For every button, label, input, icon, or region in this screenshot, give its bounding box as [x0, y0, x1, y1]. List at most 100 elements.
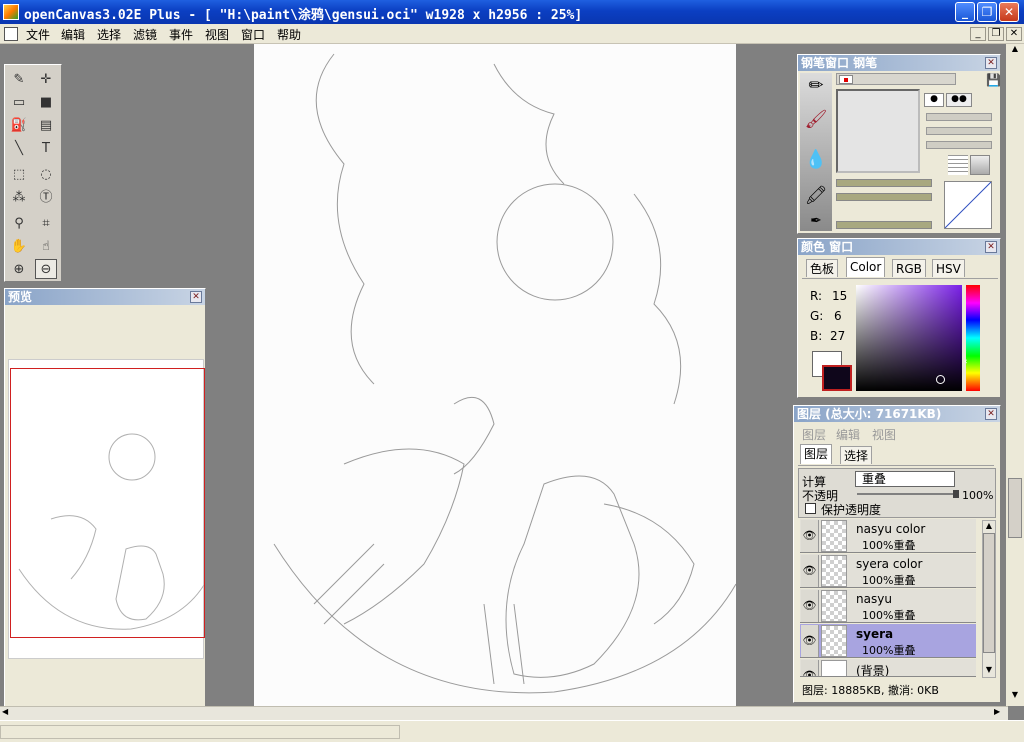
- minimize-button[interactable]: _: [955, 2, 975, 22]
- tab-palette[interactable]: 色板: [806, 259, 839, 277]
- layers-scroll-thumb[interactable]: [983, 533, 995, 653]
- eye-icon[interactable]: 👁: [801, 590, 819, 622]
- bucket-tool-icon[interactable]: ⛽: [8, 115, 30, 135]
- lasso-tool-icon[interactable]: ◌: [35, 164, 57, 184]
- opacity-slider[interactable]: [857, 490, 959, 498]
- pen-slider-3[interactable]: [926, 141, 992, 149]
- blend-mode-select[interactable]: 重叠: [855, 471, 955, 487]
- eye-icon[interactable]: 👁: [801, 520, 819, 552]
- close-button[interactable]: ✕: [999, 2, 1019, 22]
- move-tool-icon[interactable]: ✛: [35, 69, 57, 89]
- brush-shape-dots-icon[interactable]: ●●: [946, 93, 972, 107]
- hand-tool-icon[interactable]: ✋: [8, 236, 30, 256]
- gradient-tool-icon[interactable]: ▤: [35, 115, 57, 135]
- preview-close-icon[interactable]: ✕: [190, 291, 202, 303]
- brush-icon[interactable]: 🖌: [802, 109, 830, 137]
- preview-viewport-frame[interactable]: [10, 368, 205, 638]
- layers-menu-view[interactable]: 视图: [872, 426, 896, 443]
- hscroll-left-icon[interactable]: ◀: [2, 707, 14, 719]
- line-tool-icon[interactable]: ╲: [8, 138, 30, 158]
- wand-tool-icon[interactable]: ⁂: [8, 187, 30, 207]
- menu-select[interactable]: 选择: [97, 26, 121, 43]
- restore-button[interactable]: ❐: [977, 2, 997, 22]
- crop-tool-icon[interactable]: ⌗: [35, 213, 57, 233]
- zoom-out-tool-icon[interactable]: ⊖: [35, 259, 57, 279]
- pen-tool-icon[interactable]: ✎: [8, 69, 30, 89]
- brush-shape-round-icon[interactable]: ●: [924, 93, 944, 107]
- tab-layers[interactable]: 图层: [800, 444, 833, 464]
- vertical-scrollbar[interactable]: ▲ ▼: [1006, 44, 1024, 706]
- vscroll-up-icon[interactable]: ▲: [1007, 44, 1023, 58]
- menu-filter[interactable]: 滤镜: [133, 26, 157, 43]
- menu-window[interactable]: 窗口: [241, 26, 265, 43]
- mdi-restore-button[interactable]: ❐: [988, 27, 1004, 41]
- app-icon[interactable]: [3, 4, 19, 20]
- mdi-close-button[interactable]: ✕: [1006, 27, 1022, 41]
- texture-icon[interactable]: [948, 155, 968, 175]
- hue-slider[interactable]: ‹: [964, 285, 980, 391]
- save-icon[interactable]: 💾: [986, 73, 1001, 87]
- layers-scrollbar[interactable]: ▲ ▼: [982, 520, 996, 678]
- eye-icon[interactable]: 👁: [801, 660, 819, 676]
- saturation-value-picker[interactable]: [856, 285, 962, 391]
- scroll-up-icon[interactable]: ▲: [983, 521, 995, 533]
- color-picker-cursor[interactable]: [936, 375, 945, 384]
- tab-hsv[interactable]: HSV: [932, 259, 965, 277]
- pen-slider-2[interactable]: [926, 127, 992, 135]
- scroll-down-icon[interactable]: ▼: [983, 665, 995, 677]
- vscroll-thumb[interactable]: [1008, 478, 1022, 538]
- horizontal-scrollbar[interactable]: ◀ ▶: [0, 706, 1008, 720]
- layer-row-background[interactable]: 👁 (背景): [800, 659, 976, 677]
- tab-rgb[interactable]: RGB: [892, 259, 926, 277]
- eye-icon[interactable]: 👁: [801, 625, 819, 657]
- menu-edit[interactable]: 编辑: [61, 26, 85, 43]
- pen-window-close-icon[interactable]: ✕: [985, 57, 997, 69]
- protect-transparency-checkbox[interactable]: [805, 503, 816, 514]
- layers-menu-edit[interactable]: 编辑: [836, 426, 860, 443]
- airbrush-icon[interactable]: ✒: [802, 213, 830, 229]
- menu-event[interactable]: 事件: [169, 26, 193, 43]
- text-tool-icon[interactable]: T: [35, 138, 57, 158]
- menu-view[interactable]: 视图: [205, 26, 229, 43]
- tab-color[interactable]: Color: [846, 257, 886, 277]
- zoom-in-tool-icon[interactable]: ⊕: [8, 259, 30, 279]
- water-brush-icon[interactable]: 💧: [802, 149, 830, 177]
- layers-menu-layer[interactable]: 图层: [802, 426, 826, 443]
- pen-size-slider[interactable]: [836, 179, 932, 187]
- mdi-minimize-button[interactable]: _: [970, 27, 986, 41]
- marker-brush-icon[interactable]: 🖍: [802, 185, 830, 213]
- eyedropper-tool-icon[interactable]: ⚲: [8, 213, 30, 233]
- rotate-hand-tool-icon[interactable]: ☝: [35, 236, 57, 256]
- brush-subtabs[interactable]: [836, 73, 956, 85]
- layer-row-selected[interactable]: 👁 syera 100%重叠: [800, 624, 976, 658]
- tab-selection[interactable]: 选择: [840, 446, 873, 464]
- hue-marker-icon[interactable]: ‹: [964, 357, 968, 367]
- brush-subtab-active[interactable]: [839, 75, 853, 84]
- rect-select-tool-icon[interactable]: ⬚: [8, 164, 30, 184]
- eye-icon[interactable]: 👁: [801, 555, 819, 587]
- rect-tool-icon[interactable]: ▭: [8, 92, 30, 112]
- layer-row[interactable]: 👁 nasyu color 100%重叠: [800, 519, 976, 553]
- color-window-close-icon[interactable]: ✕: [985, 241, 997, 253]
- pen-opacity-slider[interactable]: [836, 193, 932, 201]
- menu-help[interactable]: 帮助: [277, 26, 301, 43]
- document-icon[interactable]: [4, 27, 18, 41]
- pen-slider-1[interactable]: [926, 113, 992, 121]
- pressure-curve[interactable]: [944, 181, 992, 229]
- hscroll-right-icon[interactable]: ▶: [994, 707, 1006, 719]
- text-select-tool-icon[interactable]: Ⓣ: [35, 187, 57, 207]
- layer-row[interactable]: 👁 syera color 100%重叠: [800, 554, 976, 588]
- opacity-slider-thumb[interactable]: [953, 490, 959, 498]
- pencil-brush-icon[interactable]: ✏: [802, 75, 830, 103]
- layers-window-close-icon[interactable]: ✕: [985, 408, 997, 420]
- preview-canvas[interactable]: [8, 359, 205, 659]
- vscroll-down-icon[interactable]: ▼: [1007, 690, 1023, 704]
- texture-swatch[interactable]: [970, 155, 990, 175]
- foreground-color-swatch[interactable]: [822, 365, 852, 391]
- fill-rect-tool-icon[interactable]: ■: [35, 92, 57, 112]
- pen-density-slider[interactable]: [836, 221, 932, 229]
- brush-category-strip[interactable]: ✏ 🖌 💧 🖍 ✒: [800, 73, 832, 231]
- menu-file[interactable]: 文件: [26, 26, 50, 43]
- layer-row[interactable]: 👁 nasyu 100%重叠: [800, 589, 976, 623]
- drawing-canvas[interactable]: [254, 44, 737, 708]
